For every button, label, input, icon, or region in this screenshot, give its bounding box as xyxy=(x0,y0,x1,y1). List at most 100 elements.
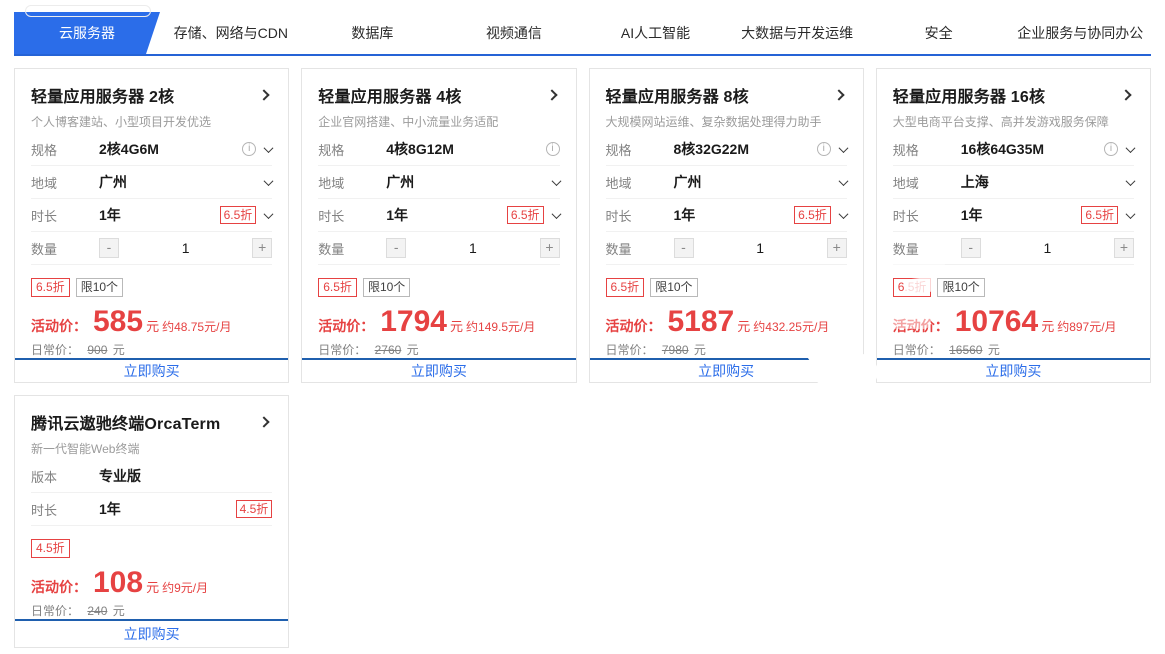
config-row[interactable]: 规格2核4G6M xyxy=(31,133,272,166)
info-icon[interactable] xyxy=(1104,142,1118,156)
chevron-down-icon[interactable] xyxy=(1126,143,1136,153)
row-icons: 6.5折 xyxy=(1081,206,1134,224)
chevron-down-icon[interactable] xyxy=(551,209,561,219)
buy-now-button[interactable]: 立即购买 xyxy=(985,361,1041,381)
card-header[interactable]: 腾讯云遨驰终端OrcaTerm xyxy=(31,410,272,434)
tab-item[interactable]: 数据库 xyxy=(302,12,444,54)
config-row[interactable]: 数量-1+ xyxy=(318,232,559,265)
daily-price-label: 日常价： xyxy=(606,343,654,357)
chevron-down-icon[interactable] xyxy=(264,209,274,219)
row-label: 规格 xyxy=(318,140,386,159)
buy-now-button[interactable]: 立即购买 xyxy=(124,361,180,381)
decrease-button[interactable]: - xyxy=(99,238,119,258)
buy-now-button[interactable]: 立即购买 xyxy=(698,361,754,381)
daily-price-amount: 900 xyxy=(87,343,107,357)
daily-price-unit: 元 xyxy=(407,343,419,357)
quantity-stepper[interactable]: -1+ xyxy=(99,238,272,258)
chevron-right-icon[interactable] xyxy=(546,89,557,100)
card-header[interactable]: 轻量应用服务器 16核 xyxy=(893,83,1134,107)
info-icon[interactable] xyxy=(546,142,560,156)
buy-now-footer[interactable]: 立即购买 xyxy=(302,358,575,382)
buy-now-footer[interactable]: 立即购买 xyxy=(15,358,288,382)
chevron-down-icon[interactable] xyxy=(264,143,274,153)
config-row[interactable]: 时长1年6.5折 xyxy=(318,199,559,232)
increase-button[interactable]: + xyxy=(827,238,847,258)
chevron-down-icon[interactable] xyxy=(838,176,848,186)
tab-item[interactable]: 存储、网络与CDN xyxy=(160,12,302,54)
decrease-button[interactable]: - xyxy=(961,238,981,258)
config-row[interactable]: 数量-1+ xyxy=(893,232,1134,265)
config-row[interactable]: 时长1年6.5折 xyxy=(606,199,847,232)
chevron-right-icon[interactable] xyxy=(259,416,270,427)
config-row[interactable]: 规格8核32G22M xyxy=(606,133,847,166)
promo-price-unit: 元 xyxy=(737,316,750,335)
info-icon[interactable] xyxy=(242,142,256,156)
config-row[interactable]: 地域上海 xyxy=(893,166,1134,199)
row-value: 4核8G12M xyxy=(386,139,454,159)
quantity-stepper[interactable]: -1+ xyxy=(674,238,847,258)
info-icon[interactable] xyxy=(817,142,831,156)
promo-price-per-month: 约149.5元/月 xyxy=(466,318,535,335)
chevron-right-icon[interactable] xyxy=(833,89,844,100)
card-header[interactable]: 轻量应用服务器 4核 xyxy=(318,83,559,107)
chevron-down-icon[interactable] xyxy=(838,209,848,219)
daily-price-unit: 元 xyxy=(113,343,125,357)
increase-button[interactable]: + xyxy=(540,238,560,258)
row-value: 1年 xyxy=(674,205,696,225)
quantity-value: 1 xyxy=(406,240,539,256)
increase-button[interactable]: + xyxy=(252,238,272,258)
chevron-down-icon[interactable] xyxy=(838,143,848,153)
row-icons xyxy=(1104,142,1134,156)
tab-item[interactable]: 企业服务与协同办公 xyxy=(1009,12,1151,54)
config-row[interactable]: 地域广州 xyxy=(31,166,272,199)
card-header[interactable]: 轻量应用服务器 2核 xyxy=(31,83,272,107)
chevron-down-icon[interactable] xyxy=(264,176,274,186)
chevron-down-icon[interactable] xyxy=(1126,209,1136,219)
config-rows: 版本专业版时长1年4.5折 xyxy=(31,460,272,526)
promo-price-line: 活动价： 5187 元 约432.25元/月 xyxy=(606,307,847,337)
promo-price-amount: 10764 xyxy=(955,307,1038,337)
config-row[interactable]: 地域广州 xyxy=(318,166,559,199)
config-row[interactable]: 时长1年6.5折 xyxy=(893,199,1134,232)
tab-item[interactable]: 视频通信 xyxy=(443,12,585,54)
buy-now-footer[interactable]: 立即购买 xyxy=(590,358,863,382)
buy-now-footer[interactable]: 立即购买 xyxy=(877,358,1150,382)
tab-item[interactable]: 大数据与开发运维 xyxy=(726,12,868,54)
product-card: 轻量应用服务器 4核 企业官网搭建、中小流量业务适配 规格4核8G12M地域广州… xyxy=(301,68,576,383)
config-row[interactable]: 地域广州 xyxy=(606,166,847,199)
buy-now-button[interactable]: 立即购买 xyxy=(411,361,467,381)
config-rows: 规格2核4G6M地域广州时长1年6.5折数量-1+ xyxy=(31,133,272,265)
tab-item[interactable]: 云服务器 xyxy=(14,12,160,54)
decrease-button[interactable]: - xyxy=(386,238,406,258)
card-header[interactable]: 轻量应用服务器 8核 xyxy=(606,83,847,107)
promo-price-label: 活动价： xyxy=(31,316,87,336)
increase-button[interactable]: + xyxy=(1114,238,1134,258)
decrease-button[interactable]: - xyxy=(674,238,694,258)
config-rows: 规格4核8G12M地域广州时长1年6.5折数量-1+ xyxy=(318,133,559,265)
quantity-stepper[interactable]: -1+ xyxy=(961,238,1134,258)
daily-price-unit: 元 xyxy=(988,343,1000,357)
tab-item[interactable]: AI人工智能 xyxy=(585,12,727,54)
row-label: 时长 xyxy=(318,206,386,225)
discount-badge: 6.5折 xyxy=(31,278,70,297)
tab-item[interactable]: 安全 xyxy=(868,12,1010,54)
config-row[interactable]: 规格16核64G35M xyxy=(893,133,1134,166)
limit-badge: 限10个 xyxy=(76,278,123,297)
buy-now-button[interactable]: 立即购买 xyxy=(124,624,180,644)
discount-badge: 6.5折 xyxy=(893,278,932,297)
row-value: 广州 xyxy=(386,172,414,192)
config-row[interactable]: 数量-1+ xyxy=(606,232,847,265)
daily-price-line: 日常价： 7980 元 xyxy=(606,341,847,358)
chevron-down-icon[interactable] xyxy=(551,176,561,186)
quantity-stepper[interactable]: -1+ xyxy=(386,238,559,258)
chevron-down-icon[interactable] xyxy=(1126,176,1136,186)
promo-price-label: 活动价： xyxy=(606,316,662,336)
chevron-right-icon[interactable] xyxy=(1120,89,1131,100)
product-title: 轻量应用服务器 2核 xyxy=(31,83,174,107)
chevron-right-icon[interactable] xyxy=(259,89,270,100)
config-row: 规格4核8G12M xyxy=(318,133,559,166)
config-row[interactable]: 时长1年6.5折 xyxy=(31,199,272,232)
promo-price-label: 活动价： xyxy=(31,577,87,597)
config-row[interactable]: 数量-1+ xyxy=(31,232,272,265)
buy-now-footer[interactable]: 立即购买 xyxy=(15,619,288,647)
